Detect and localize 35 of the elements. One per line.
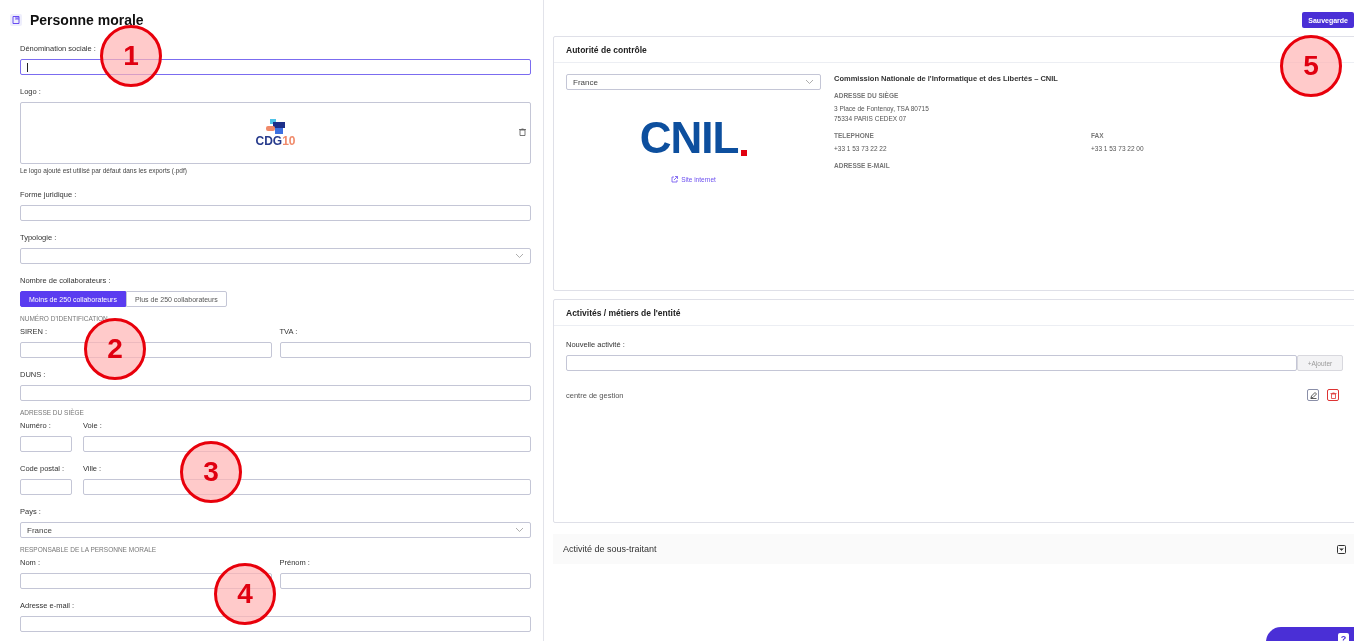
input-field[interactable] <box>279 342 531 358</box>
external-link-icon <box>671 176 679 183</box>
help-button[interactable]: ? <box>1266 627 1354 641</box>
logo-upload-box[interactable]: CDG10 <box>20 102 531 164</box>
chevron-down-icon <box>515 253 524 259</box>
accordion-header[interactable]: Activité de sous-traitant <box>553 534 1354 564</box>
chevron-down-icon <box>805 79 814 85</box>
input-field[interactable] <box>279 573 531 589</box>
pencil-icon <box>1309 391 1317 399</box>
delete-button[interactable] <box>1327 389 1339 401</box>
input-field[interactable] <box>20 479 72 495</box>
select-field[interactable]: France <box>566 74 821 90</box>
input-field[interactable] <box>20 385 531 401</box>
annotation-overlay: 4 <box>214 563 276 625</box>
logo-text: CDG10 <box>255 135 296 147</box>
document-icon <box>10 14 22 26</box>
input-field[interactable] <box>83 436 531 452</box>
annotation-overlay: 1 <box>100 25 162 87</box>
select-field[interactable] <box>20 248 531 264</box>
input-field[interactable] <box>20 616 531 632</box>
page-title: Personne morale <box>30 12 144 28</box>
authority-logo: CNIL <box>639 116 748 160</box>
card-title: Activités / métiers de l'entité <box>554 300 1354 326</box>
input-field[interactable] <box>566 355 1297 371</box>
trash-icon[interactable] <box>519 128 526 136</box>
logo-mark-icon <box>264 119 287 135</box>
select-field[interactable]: France <box>20 522 531 538</box>
expand-icon[interactable] <box>1337 544 1346 554</box>
input-field[interactable] <box>20 436 72 452</box>
accordion-title: Activité de sous-traitant <box>563 544 657 554</box>
edit-button[interactable] <box>1307 389 1319 401</box>
trash-icon <box>1329 391 1337 399</box>
help-icon: ? <box>1338 633 1349 641</box>
input-field[interactable] <box>20 205 531 221</box>
chevron-down-icon <box>515 527 524 533</box>
